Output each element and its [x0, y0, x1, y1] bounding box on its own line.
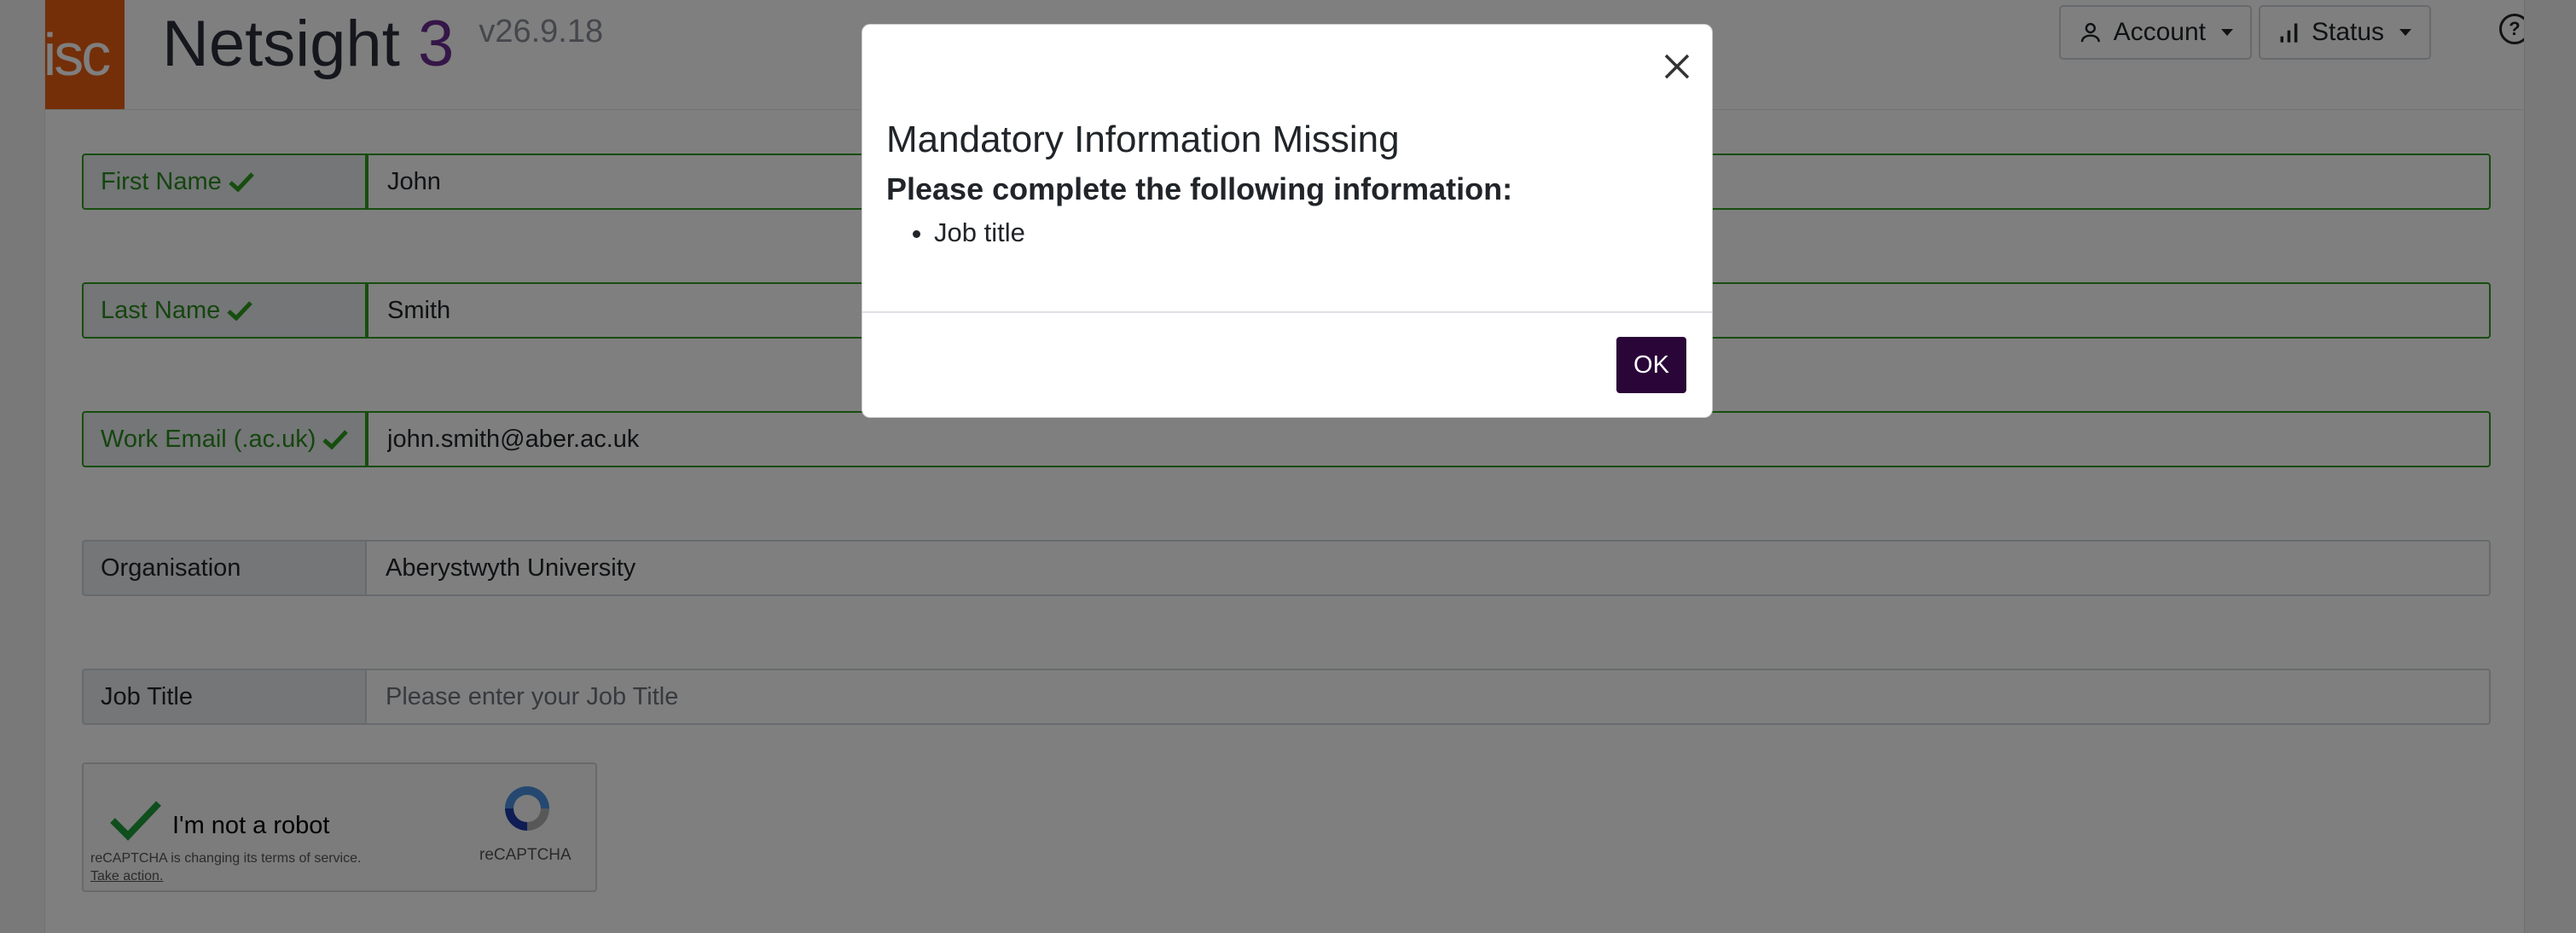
modal-title: Mandatory Information Missing — [886, 119, 1400, 160]
missing-fields-list: Job title — [886, 217, 1025, 248]
missing-info-modal: Mandatory Information Missing Please com… — [862, 24, 1713, 418]
modal-footer-divider — [862, 311, 1712, 313]
modal-subtitle: Please complete the following informatio… — [886, 171, 1513, 206]
missing-field-item: Job title — [934, 217, 1025, 248]
close-icon[interactable] — [1657, 47, 1697, 86]
ok-button[interactable]: OK — [1616, 337, 1686, 393]
